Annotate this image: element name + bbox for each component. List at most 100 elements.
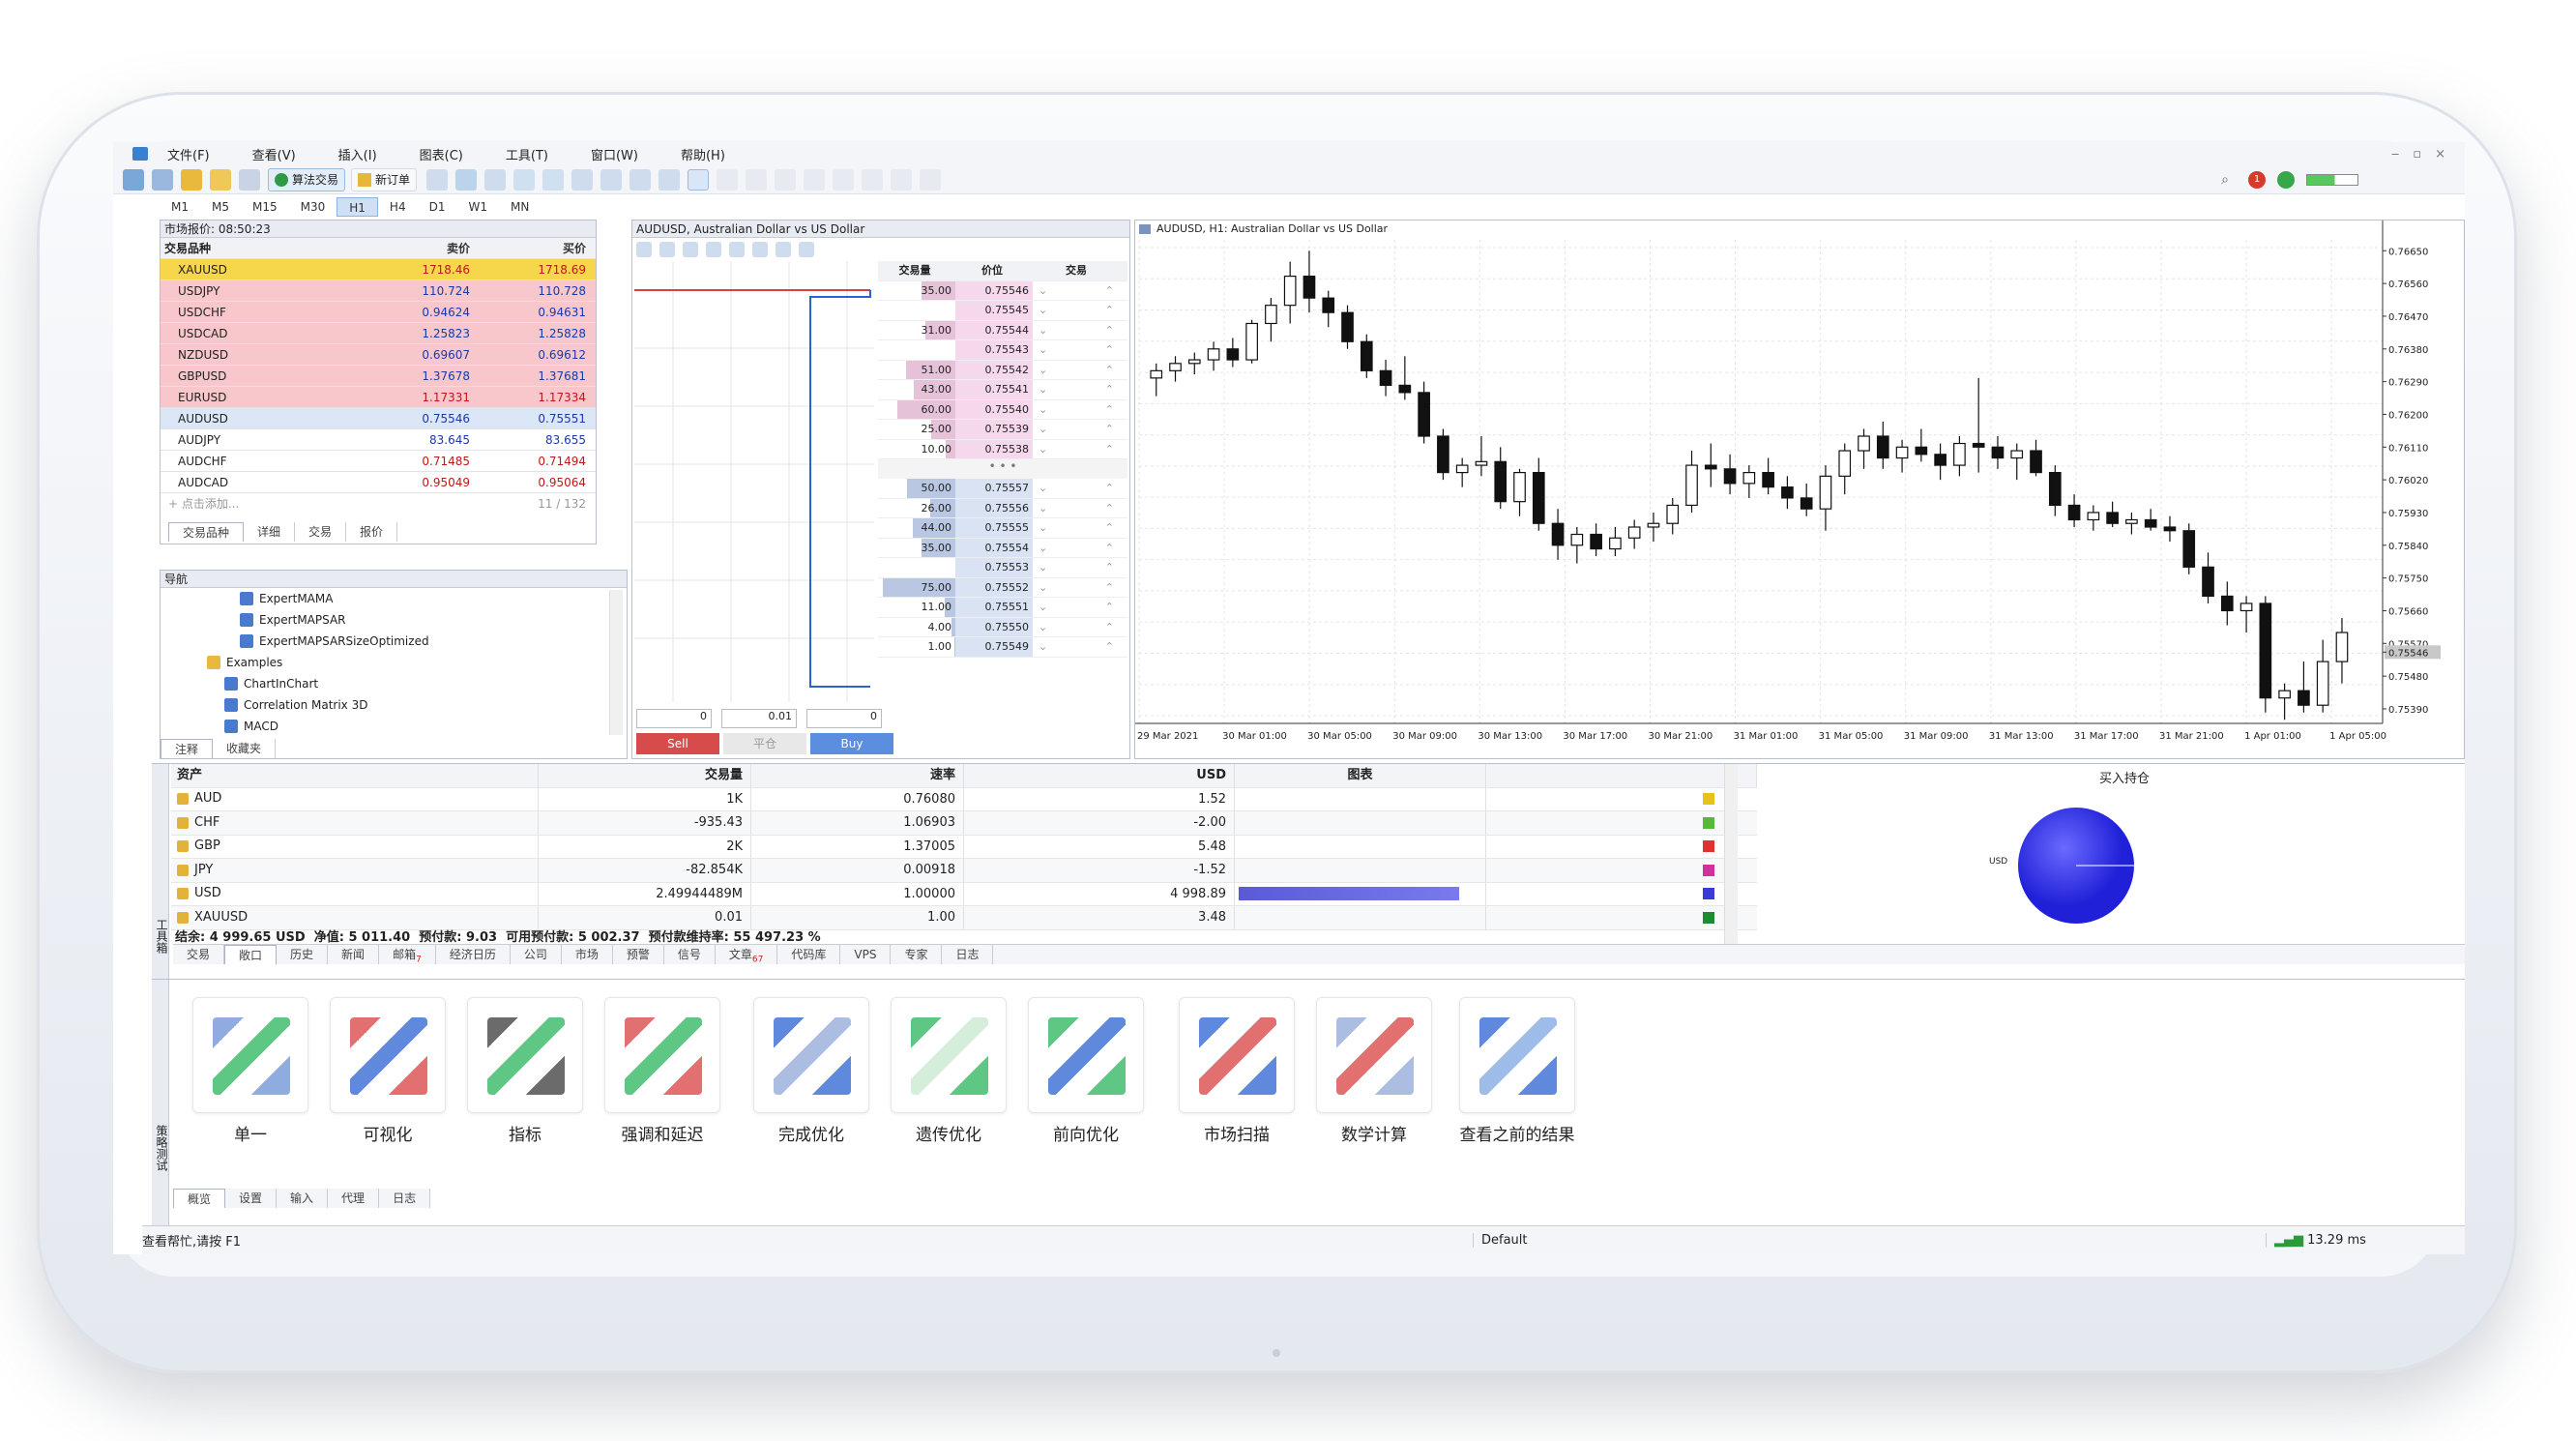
dom-row[interactable]: 35.00 0.75546 ⌄ ⌃ bbox=[878, 280, 1127, 301]
toolbox-tab[interactable]: 敞口 bbox=[224, 945, 278, 964]
toolbox-tab[interactable]: VPS bbox=[840, 945, 892, 964]
chevron-up-icon[interactable]: ⌃ bbox=[1105, 539, 1114, 558]
tester-mode-button[interactable] bbox=[1028, 997, 1144, 1113]
dom-trade-cell[interactable]: ⌄ ⌃ bbox=[1033, 499, 1120, 518]
toolbox-tab[interactable]: 代码库 bbox=[777, 945, 841, 964]
chevron-down-icon[interactable]: ⌄ bbox=[1039, 420, 1047, 439]
menu-tools[interactable]: 工具(T) bbox=[506, 145, 548, 163]
chevron-up-icon[interactable]: ⌃ bbox=[1105, 479, 1114, 498]
chevron-up-icon[interactable]: ⌃ bbox=[1105, 618, 1114, 637]
autoscroll-icon[interactable] bbox=[600, 168, 623, 191]
tester-mode-button[interactable] bbox=[330, 997, 446, 1113]
text-icon[interactable] bbox=[891, 168, 913, 191]
chevron-down-icon[interactable]: ⌄ bbox=[1039, 340, 1047, 360]
timeframe-m1[interactable]: M1 bbox=[160, 197, 200, 217]
close-position-button[interactable]: 平仓 bbox=[723, 733, 806, 754]
candlestick-chart[interactable]: 0.76650 0.76560 0.76470 0.76380 0.76290 0.762… bbox=[1135, 221, 2465, 758]
crosshair-icon[interactable] bbox=[717, 168, 739, 191]
dom-tool-icon[interactable] bbox=[636, 242, 652, 257]
dom-trade-cell[interactable]: ⌄ ⌃ bbox=[1033, 518, 1120, 538]
chevron-down-icon[interactable]: ⌄ bbox=[1039, 440, 1047, 459]
toolbox-tab[interactable]: 预警 bbox=[613, 945, 664, 964]
signal-icon[interactable] bbox=[239, 168, 260, 191]
chevron-up-icon[interactable]: ⌃ bbox=[1105, 499, 1114, 518]
profiles-icon[interactable] bbox=[152, 168, 173, 191]
navigator-item[interactable]: ExpertMAPSAR bbox=[207, 609, 627, 631]
navigator-tab[interactable]: 注释 bbox=[161, 739, 214, 758]
toolbox-tab[interactable]: 专家 bbox=[891, 945, 943, 964]
line-chart-icon[interactable] bbox=[484, 168, 507, 191]
tester-mode-button[interactable] bbox=[1316, 997, 1432, 1113]
dom-row[interactable]: 1.00 0.75549 ⌄ ⌃ bbox=[878, 637, 1127, 658]
symbol-row[interactable]: USDCHF 0.94624 0.94631 bbox=[161, 302, 596, 323]
symbol-row[interactable]: AUDCHF 0.71485 0.71494 bbox=[161, 451, 596, 472]
chevron-down-icon[interactable]: ⌄ bbox=[1039, 499, 1047, 518]
vertical-line-icon[interactable] bbox=[746, 168, 768, 191]
zoom-out-icon[interactable] bbox=[542, 168, 565, 191]
timeframe-w1[interactable]: W1 bbox=[456, 197, 499, 217]
navigator-tab[interactable]: 收藏夹 bbox=[213, 739, 277, 758]
chevron-up-icon[interactable]: ⌃ bbox=[1105, 420, 1114, 439]
navigator-item[interactable]: ChartInChart bbox=[207, 673, 627, 694]
dom-qty-input[interactable]: 0 bbox=[636, 709, 712, 728]
candle-chart-icon[interactable] bbox=[455, 168, 478, 191]
ping-badge[interactable]: 1 bbox=[2248, 170, 2266, 189]
chevron-up-icon[interactable]: ⌃ bbox=[1105, 518, 1114, 538]
chevron-down-icon[interactable]: ⌄ bbox=[1039, 361, 1047, 380]
chevron-up-icon[interactable]: ⌃ bbox=[1105, 281, 1114, 301]
toolbox-tab[interactable]: 日志 bbox=[942, 945, 994, 964]
dom-row[interactable]: 60.00 0.75540 ⌄ ⌃ bbox=[878, 399, 1127, 420]
tester-mode-button[interactable] bbox=[467, 997, 583, 1113]
dom-row[interactable]: 43.00 0.75541 ⌄ ⌃ bbox=[878, 380, 1127, 400]
status-profile[interactable]: Default bbox=[1473, 1233, 1647, 1248]
tester-tab[interactable]: 输入 bbox=[277, 1189, 329, 1208]
fibo-icon[interactable] bbox=[862, 168, 884, 191]
chevron-up-icon[interactable]: ⌃ bbox=[1105, 440, 1114, 459]
minimize-icon[interactable]: ‒ bbox=[2391, 147, 2399, 162]
dom-trade-cell[interactable]: ⌄ ⌃ bbox=[1033, 400, 1120, 420]
asset-row[interactable]: GBP 2K 1.37005 5.48 bbox=[171, 835, 1757, 859]
chevron-down-icon[interactable]: ⌄ bbox=[1039, 578, 1047, 598]
asset-row[interactable]: USD 2.49944489M 1.00000 4 998.89 bbox=[171, 882, 1757, 906]
search-icon[interactable]: ⌕ bbox=[2221, 172, 2229, 188]
tester-mode-button[interactable] bbox=[1459, 997, 1575, 1113]
toolbox-tab[interactable]: 信号 bbox=[664, 945, 716, 964]
asset-row[interactable]: JPY -82.854K 0.00918 -1.52 bbox=[171, 859, 1757, 883]
dom-trade-cell[interactable]: ⌄ ⌃ bbox=[1033, 301, 1120, 320]
assets-scrollbar[interactable] bbox=[1724, 764, 1738, 948]
tester-tab[interactable]: 日志 bbox=[379, 1189, 431, 1208]
navigator-item[interactable]: Correlation Matrix 3D bbox=[207, 694, 627, 716]
dom-lot-input[interactable]: 0.01 bbox=[721, 709, 797, 728]
col-volume[interactable]: 交易量 bbox=[539, 764, 751, 787]
dom-trade-cell[interactable]: ⌄ ⌃ bbox=[1033, 340, 1120, 360]
symbol-row[interactable]: EURUSD 1.17331 1.17334 bbox=[161, 387, 596, 408]
dom-trade-cell[interactable]: ⌄ ⌃ bbox=[1033, 380, 1120, 399]
folder-icon[interactable] bbox=[210, 168, 231, 191]
dom-trade-cell[interactable]: ⌄ ⌃ bbox=[1033, 361, 1120, 380]
dom-trade-cell[interactable]: ⌄ ⌃ bbox=[1033, 539, 1120, 558]
symbol-row[interactable]: NZDUSD 0.69607 0.69612 bbox=[161, 344, 596, 366]
cursor-icon[interactable] bbox=[688, 168, 710, 191]
col-bid[interactable]: 卖价 bbox=[364, 238, 480, 258]
timeframe-m5[interactable]: M5 bbox=[200, 197, 241, 217]
dom-row[interactable]: 75.00 0.75552 ⌄ ⌃ bbox=[878, 577, 1127, 598]
tester-mode-button[interactable] bbox=[604, 997, 720, 1113]
navigator-item[interactable]: Examples bbox=[207, 652, 627, 673]
dom-tool-icon[interactable] bbox=[729, 242, 745, 257]
dom-row[interactable]: 50.00 0.75557 ⌄ ⌃ bbox=[878, 479, 1127, 499]
dom-trade-cell[interactable]: ⌄ ⌃ bbox=[1033, 321, 1120, 340]
menu-insert[interactable]: 插入(I) bbox=[338, 145, 377, 163]
dom-row[interactable]: 44.00 0.75555 ⌄ ⌃ bbox=[878, 518, 1127, 539]
channel-icon[interactable] bbox=[833, 168, 855, 191]
dom-row[interactable]: 25.00 0.75539 ⌄ ⌃ bbox=[878, 420, 1127, 440]
dom-tool-icon[interactable] bbox=[683, 242, 698, 257]
tile-windows-icon[interactable] bbox=[571, 168, 594, 191]
dom-qty-input-2[interactable]: 0 bbox=[806, 709, 882, 728]
toolbox-tab[interactable]: 邮箱7 bbox=[379, 945, 436, 964]
symbol-row[interactable]: GBPUSD 1.37678 1.37681 bbox=[161, 366, 596, 387]
dom-trade-cell[interactable]: ⌄ ⌃ bbox=[1033, 637, 1120, 657]
chevron-up-icon[interactable]: ⌃ bbox=[1105, 578, 1114, 598]
symbol-row[interactable]: AUDJPY 83.645 83.655 bbox=[161, 429, 596, 451]
dom-trade-cell[interactable]: ⌄ ⌃ bbox=[1033, 479, 1120, 498]
chevron-down-icon[interactable]: ⌄ bbox=[1039, 618, 1047, 637]
